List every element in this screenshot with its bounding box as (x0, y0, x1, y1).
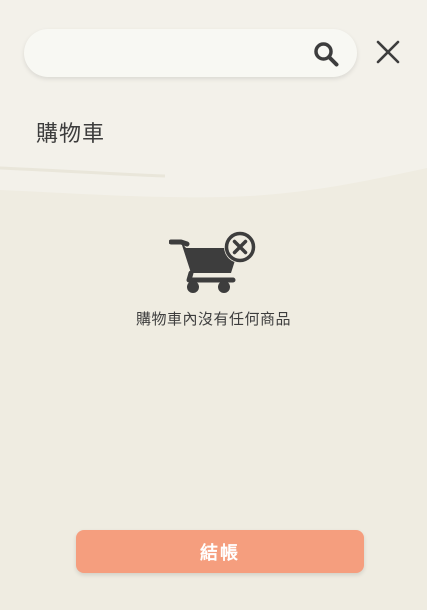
empty-cart-icon (168, 231, 256, 293)
checkout-button[interactable]: 結帳 (76, 530, 364, 573)
search-bar (24, 29, 357, 79)
search-icon[interactable] (313, 41, 339, 67)
empty-cart-message: 購物車內沒有任何商品 (135, 310, 291, 328)
close-icon[interactable] (373, 37, 403, 67)
empty-cart-state: 購物車內沒有任何商品 (0, 228, 427, 329)
page-title: 購物車 (36, 122, 106, 147)
search-input[interactable] (44, 29, 308, 79)
